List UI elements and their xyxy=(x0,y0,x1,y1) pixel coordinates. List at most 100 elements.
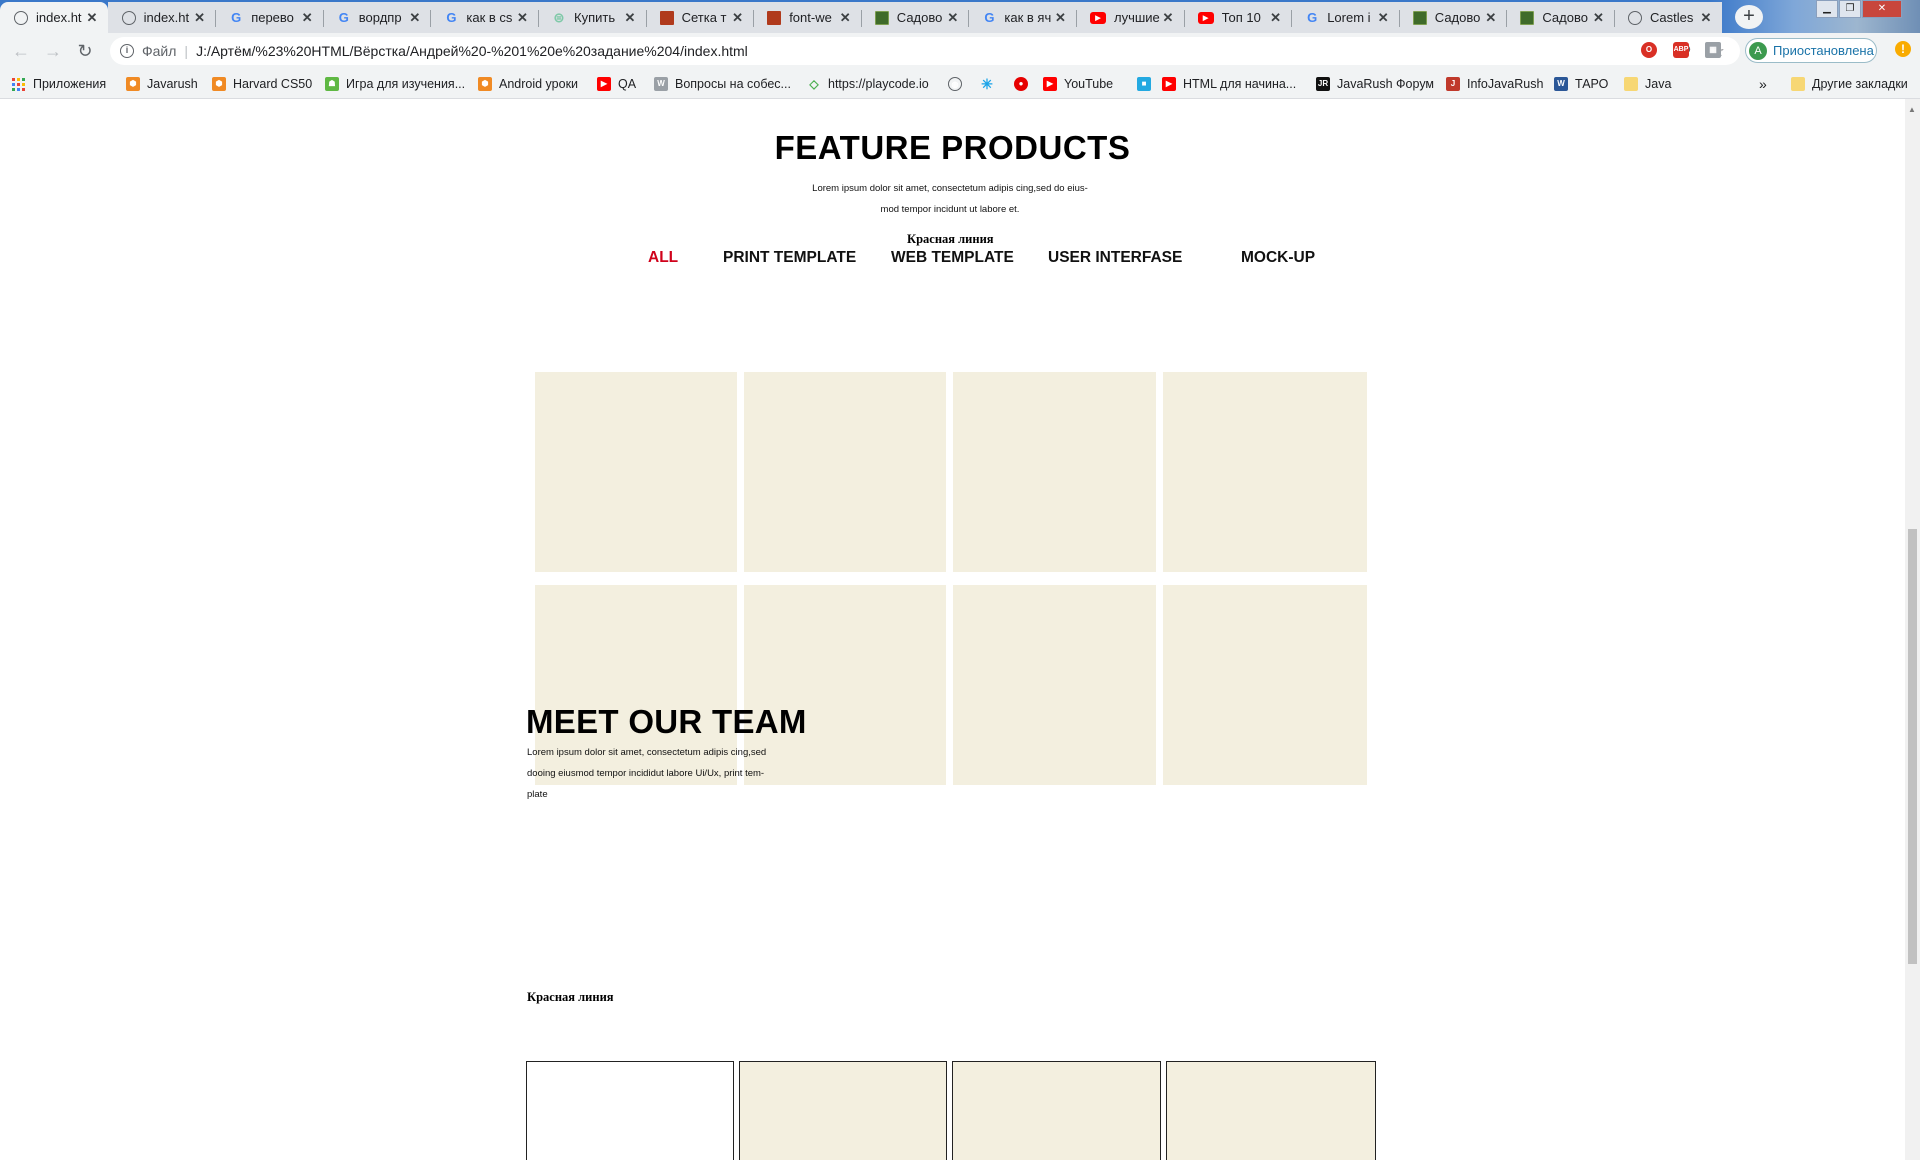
forward-button[interactable]: → xyxy=(42,41,64,61)
bookmark-item[interactable]: W ТАРО xyxy=(1554,75,1608,93)
bookmarks-overflow-button[interactable]: » xyxy=(1759,75,1767,93)
tab-close-icon[interactable]: ✕ xyxy=(1483,10,1499,26)
tab-separator xyxy=(1506,10,1508,27)
tab-close-icon[interactable]: ✕ xyxy=(1052,10,1068,26)
avatar: A xyxy=(1749,41,1767,60)
team-card[interactable] xyxy=(526,1061,734,1160)
profile-button[interactable]: A Приостановлена xyxy=(1745,38,1877,63)
bookmark-item[interactable]: W Вопросы на собес... xyxy=(654,75,791,93)
browser-tab[interactable]: ▶ лучшие ✕ xyxy=(1076,2,1184,33)
browser-tab[interactable]: Садово ✕ xyxy=(860,2,969,33)
tab-close-icon[interactable]: ✕ xyxy=(837,10,853,26)
bookmarks-bar: Приложения ⬢ Javarush ⬢ Harvard CS50 ☗ Игра дл… xyxy=(0,69,1920,99)
browser-tab[interactable]: Gвордпр ✕ xyxy=(322,2,431,33)
browser-tab[interactable]: Gкак в яч ✕ xyxy=(968,2,1077,33)
tab-title: Садово xyxy=(1434,10,1481,25)
browser-tab[interactable]: Садово ✕ xyxy=(1398,2,1507,33)
product-tile[interactable] xyxy=(535,372,737,572)
browser-tab[interactable]: Садово ✕ xyxy=(1506,2,1615,33)
tab-close-icon[interactable]: ✕ xyxy=(1375,10,1391,26)
javarush-icon: ⬢ xyxy=(478,77,492,91)
opera-extension-icon[interactable]: O xyxy=(1641,42,1657,58)
tab-close-icon[interactable]: ✕ xyxy=(1590,10,1606,26)
tab-close-icon[interactable]: ✕ xyxy=(945,10,961,26)
tab-close-icon[interactable]: ✕ xyxy=(1160,10,1176,26)
page-scrollbar[interactable]: ▲ xyxy=(1905,99,1920,1160)
team-cards-row xyxy=(526,1061,1376,1160)
scrollbar-thumb[interactable] xyxy=(1908,529,1917,964)
tab-close-icon[interactable]: ✕ xyxy=(299,10,315,26)
tab-title: Lorem i xyxy=(1327,10,1371,25)
tab-close-icon[interactable]: ✕ xyxy=(407,10,423,26)
site-info-icon[interactable]: i xyxy=(120,44,134,58)
browser-tab[interactable]: ▶ Топ 10 ✕ xyxy=(1183,2,1292,33)
url-text[interactable]: J:/Артём/%23%20HTML/Вёрстка/Андрей%20-%2… xyxy=(196,43,1676,59)
product-tile[interactable] xyxy=(1163,372,1367,572)
bookmark-item[interactable]: ✳ xyxy=(980,75,1001,93)
product-tile[interactable] xyxy=(953,585,1156,785)
team-desc-line: dooing eiusmod tempor incididut labore U… xyxy=(527,768,765,779)
other-bookmarks-folder[interactable]: Другие закладки xyxy=(1791,75,1908,93)
team-card[interactable] xyxy=(952,1061,1161,1160)
tab-close-icon[interactable]: ✕ xyxy=(192,10,208,26)
playcode-icon: ◇ xyxy=(809,77,819,91)
team-card[interactable] xyxy=(1166,1061,1376,1160)
maximize-button[interactable]: ❐ xyxy=(1839,0,1861,18)
bookmark-item[interactable]: ▶ HTML для начина... xyxy=(1162,75,1296,93)
bookmark-item[interactable]: JR JavaRush Форум xyxy=(1316,75,1434,93)
extension-icon[interactable]: ▦ xyxy=(1705,42,1721,58)
bookmark-item[interactable]: J InfoJavaRush xyxy=(1446,75,1543,93)
filter-mock-up[interactable]: MOCK-UP xyxy=(1241,249,1315,267)
browser-tab[interactable]: Gкак в cs ✕ xyxy=(430,2,539,33)
product-tile[interactable] xyxy=(953,372,1156,572)
tab-separator xyxy=(645,10,647,27)
bookmark-item[interactable]: Java xyxy=(1624,75,1671,93)
bookmark-item[interactable]: ■ xyxy=(1137,75,1158,93)
infojava-icon: J xyxy=(1446,77,1460,91)
tab-close-icon[interactable]: ✕ xyxy=(1268,10,1284,26)
browser-menu-icon[interactable]: ! xyxy=(1895,41,1911,57)
browser-tab[interactable]: index.ht ✕ xyxy=(0,2,108,33)
tab-close-icon[interactable]: ✕ xyxy=(514,10,530,26)
tab-close-icon[interactable]: ✕ xyxy=(730,10,746,26)
google-icon: G xyxy=(984,10,995,25)
bookmark-item[interactable]: Приложения xyxy=(12,75,106,93)
close-window-button[interactable]: ✕ xyxy=(1862,0,1902,18)
tab-close-icon[interactable]: ✕ xyxy=(84,10,100,26)
product-tile[interactable] xyxy=(744,372,946,572)
browser-tab[interactable]: Сетка т ✕ xyxy=(645,2,754,33)
tab-separator xyxy=(753,10,755,27)
scroll-up-icon[interactable]: ▲ xyxy=(1908,105,1916,114)
filter-all[interactable]: ALL xyxy=(648,249,678,267)
browser-tab[interactable]: index.ht ✕ xyxy=(107,2,216,33)
bookmark-item[interactable]: ◇ https://playcode.io xyxy=(807,75,928,93)
adblock-extension-icon[interactable]: ABP xyxy=(1673,42,1689,58)
bookmark-label: HTML для начина... xyxy=(1183,77,1297,91)
tab-close-icon[interactable]: ✕ xyxy=(1698,10,1714,26)
jr-icon: JR xyxy=(1316,77,1330,91)
address-bar[interactable]: i Файл | J:/Артём/%23%20HTML/Вёрстка/Анд… xyxy=(110,37,1740,65)
bookmark-item[interactable]: ⬢ Harvard CS50 xyxy=(212,75,312,93)
filter-user-interface[interactable]: USER INTERFASE xyxy=(1048,249,1182,267)
bookmark-item[interactable]: ☗ Игра для изучения... xyxy=(325,75,465,93)
browser-tab[interactable]: ⊜ Купить ✕ xyxy=(538,2,646,33)
browser-tab[interactable]: Castles ✕ xyxy=(1614,2,1722,33)
bookmark-item[interactable]: ▶ QA xyxy=(597,75,636,93)
new-tab-button[interactable]: + xyxy=(1735,5,1763,29)
bookmark-item[interactable]: ⬢ Javarush xyxy=(126,75,198,93)
back-button[interactable]: ← xyxy=(10,41,32,61)
reload-button[interactable]: ↻ xyxy=(74,41,96,61)
browser-tab[interactable]: font-we ✕ xyxy=(753,2,862,33)
browser-tab[interactable]: Gперево ✕ xyxy=(215,2,324,33)
browser-tab[interactable]: G Lorem i ✕ xyxy=(1291,2,1400,33)
bookmark-item[interactable]: ⬢ Android уроки xyxy=(478,75,578,93)
filter-web-template[interactable]: WEB TEMPLATE xyxy=(891,249,1014,267)
bookmark-item[interactable]: ● xyxy=(1014,75,1035,93)
bookmark-item[interactable]: ▶ YouTube xyxy=(1043,75,1113,93)
team-card[interactable] xyxy=(739,1061,947,1160)
minimize-button[interactable]: ▁ xyxy=(1816,0,1838,18)
product-tile[interactable] xyxy=(1163,585,1367,785)
tab-close-icon[interactable]: ✕ xyxy=(622,10,638,26)
bookmark-item[interactable]: ◍ xyxy=(948,75,969,93)
filter-print-template[interactable]: PRINT TEMPLATE xyxy=(723,249,856,267)
